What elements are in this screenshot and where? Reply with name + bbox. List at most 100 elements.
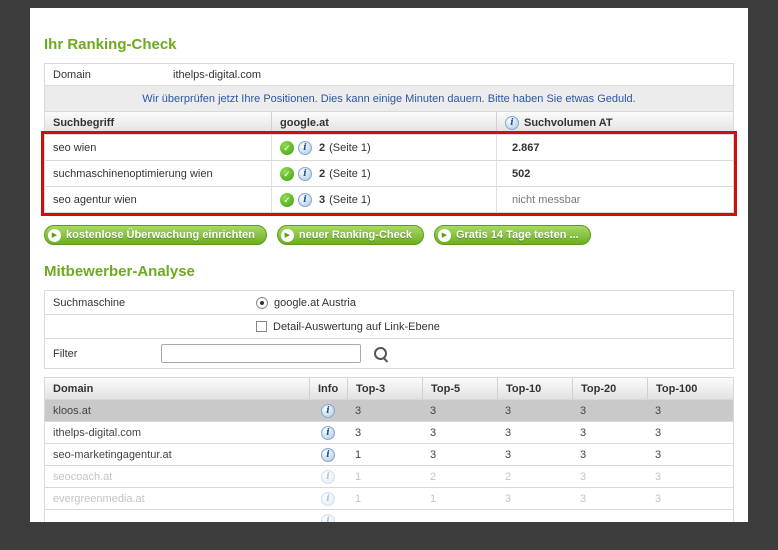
col-suchvolumen: i Suchvolumen AT	[496, 112, 733, 133]
table-row: seo wien ✓ i 2 (Seite 1) 2.867	[44, 134, 734, 161]
position-suffix: (Seite 1)	[329, 193, 371, 206]
top20-value: 3	[580, 448, 587, 461]
table-row: seo-marketingagentur.at i 1 3 3 3 3	[44, 443, 734, 466]
play-icon: ▶	[48, 228, 61, 242]
table-row: evergreenmedia.at i 1 1 3 3 3	[44, 487, 734, 510]
competitor-domain: ithelps-digital.com	[53, 426, 142, 439]
top3-value: 3	[355, 426, 362, 439]
info-icon[interactable]: i	[298, 166, 312, 181]
info-icon[interactable]: i	[505, 115, 519, 130]
content-page: Ihr Ranking-Check Domain ithelps-digital…	[30, 8, 748, 522]
position-value: 3	[319, 193, 326, 206]
info-icon[interactable]: i	[321, 425, 335, 440]
search-volume: nicht messbar	[496, 187, 733, 212]
position-value: 2	[319, 141, 326, 154]
domain-row: Domain ithelps-digital.com	[44, 63, 734, 86]
top3-value: 1	[355, 492, 362, 505]
detail-checkbox[interactable]	[256, 321, 267, 332]
table-row: i	[44, 509, 734, 522]
top3-value: 3	[355, 404, 362, 417]
free-trial-button[interactable]: ▶ Gratis 14 Tage testen ...	[433, 225, 591, 245]
col-top100: Top-100	[647, 378, 733, 399]
keyword: suchmaschinenoptimierung wien	[53, 167, 213, 180]
keyword: seo wien	[53, 141, 97, 154]
position-value: 2	[319, 167, 326, 180]
top20-value: 3	[580, 404, 587, 417]
status-message: Wir überprüfen jetzt Ihre Positionen. Di…	[44, 85, 734, 112]
play-icon: ▶	[437, 228, 451, 242]
table-row: ithelps-digital.com i 3 3 3 3 3	[44, 421, 734, 444]
top100-value: 3	[655, 426, 662, 439]
filter-label: Filter	[53, 347, 78, 360]
info-icon[interactable]: i	[321, 469, 335, 484]
table-row: seocoach.at i 1 2 2 3 3	[44, 465, 734, 488]
competitor-domain: seo-marketingagentur.at	[53, 448, 172, 461]
ranking-check-title: Ihr Ranking-Check	[44, 36, 177, 53]
top3-value: 1	[355, 448, 362, 461]
top10-value: 3	[505, 426, 512, 439]
filter-input[interactable]	[161, 344, 361, 363]
col-suchbegriff: Suchbegriff	[53, 116, 115, 129]
free-trial-label: Gratis 14 Tage testen ...	[455, 229, 579, 241]
col-info: Info	[309, 378, 347, 399]
table-row: seo agentur wien ✓ i 3 (Seite 1) nicht m…	[44, 186, 734, 213]
top5-value: 2	[430, 470, 437, 483]
info-icon[interactable]: i	[321, 403, 335, 418]
top5-value: 1	[430, 492, 437, 505]
top5-value: 3	[430, 404, 437, 417]
info-icon[interactable]: i	[321, 513, 335, 522]
position-cell: ✓ i 2 (Seite 1)	[271, 135, 496, 160]
top20-value: 3	[580, 426, 587, 439]
domain-label: Domain	[53, 68, 91, 81]
ranking-table-header: Suchbegriff google.at i Suchvolumen AT	[44, 111, 734, 134]
col-top3: Top-3	[347, 378, 422, 399]
check-icon: ✓	[280, 140, 294, 155]
competitor-analysis-section: Suchmaschine google.at Austria Detail-Au…	[44, 290, 734, 522]
top10-value: 3	[505, 448, 512, 461]
filter-row: Filter	[44, 338, 734, 369]
google-at-radio[interactable]	[256, 296, 268, 309]
competitor-table: Domain Info Top-3 Top-5 Top-10 Top-20 To…	[44, 377, 734, 522]
info-icon[interactable]: i	[298, 140, 312, 155]
col-top20: Top-20	[572, 378, 647, 399]
top10-value: 2	[505, 470, 512, 483]
info-icon[interactable]: i	[298, 192, 312, 207]
col-google-at: google.at	[271, 112, 496, 133]
competitor-table-header: Domain Info Top-3 Top-5 Top-10 Top-20 To…	[44, 377, 734, 400]
info-icon[interactable]: i	[321, 491, 335, 506]
position-cell: ✓ i 3 (Seite 1)	[271, 187, 496, 212]
top100-value: 3	[655, 404, 662, 417]
search-icon[interactable]	[373, 346, 388, 361]
top5-value: 3	[430, 448, 437, 461]
col-suchvolumen-label: Suchvolumen AT	[524, 116, 613, 129]
position-suffix: (Seite 1)	[329, 141, 371, 154]
detail-checkbox-label: Detail-Auswertung auf Link-Ebene	[273, 320, 440, 333]
position-cell: ✓ i 2 (Seite 1)	[271, 161, 496, 186]
col-domain: Domain	[53, 382, 94, 395]
competitor-domain: seocoach.at	[53, 470, 113, 483]
domain-value: ithelps-digital.com	[173, 68, 262, 81]
competitor-domain: kloos.at	[53, 404, 91, 417]
competitor-domain: evergreenmedia.at	[53, 492, 145, 505]
position-suffix: (Seite 1)	[329, 167, 371, 180]
setup-monitoring-label: kostenlose Überwachung einrichten	[66, 229, 255, 241]
col-top5: Top-5	[422, 378, 497, 399]
new-ranking-check-button[interactable]: ▶ neuer Ranking-Check	[276, 225, 424, 245]
top20-value: 3	[580, 492, 587, 505]
info-icon[interactable]: i	[321, 447, 335, 462]
competitor-analysis-title: Mitbewerber-Analyse	[44, 263, 195, 280]
search-volume: 2.867	[496, 135, 733, 160]
play-icon: ▶	[280, 228, 294, 242]
new-ranking-check-label: neuer Ranking-Check	[298, 229, 412, 241]
search-engine-label: Suchmaschine	[53, 296, 126, 309]
top100-value: 3	[655, 470, 662, 483]
check-icon: ✓	[280, 166, 294, 181]
top10-value: 3	[505, 492, 512, 505]
setup-monitoring-button[interactable]: ▶ kostenlose Überwachung einrichten	[44, 225, 267, 245]
check-icon: ✓	[280, 192, 294, 207]
table-row: kloos.at i 3 3 3 3 3	[44, 399, 734, 422]
top100-value: 3	[655, 448, 662, 461]
google-at-radio-label: google.at Austria	[274, 296, 356, 309]
top10-value: 3	[505, 404, 512, 417]
top3-value: 1	[355, 470, 362, 483]
